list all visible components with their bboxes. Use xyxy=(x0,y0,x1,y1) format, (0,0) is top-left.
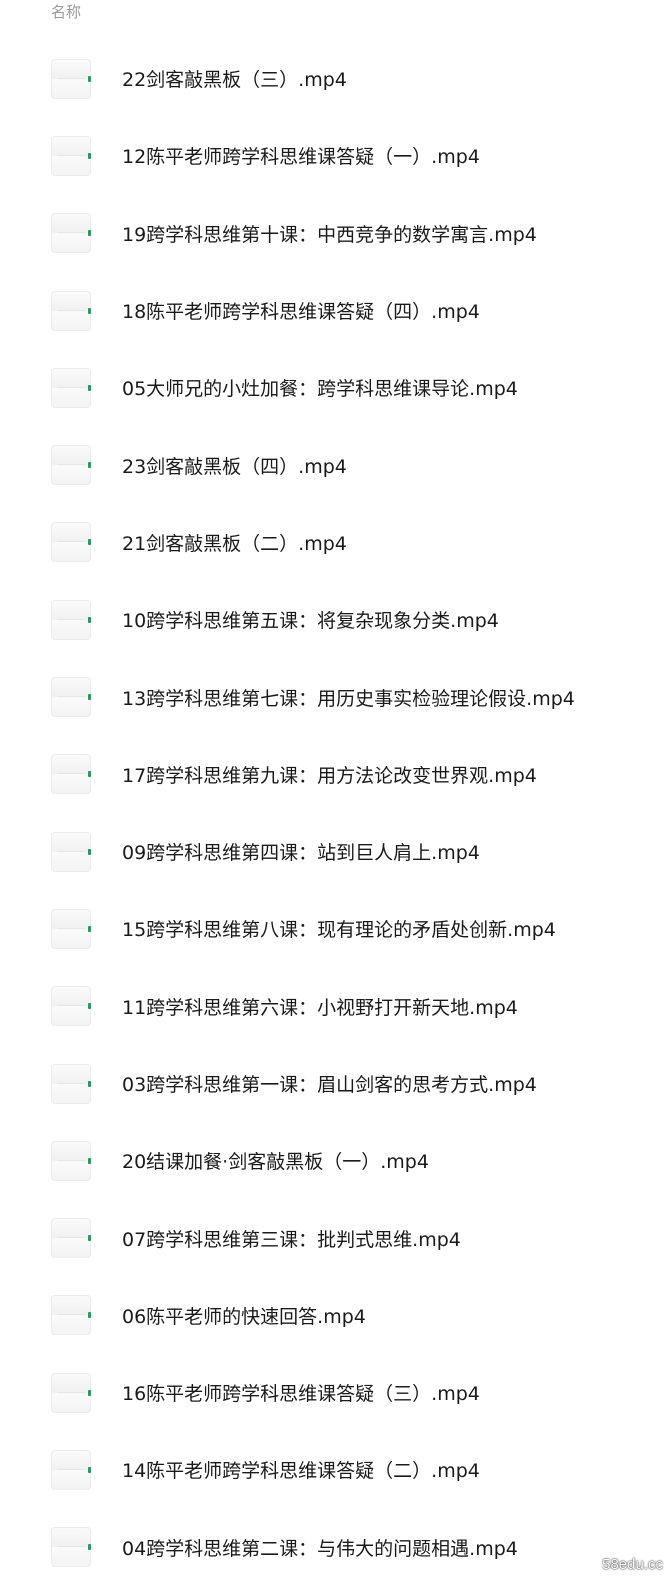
video-file-icon xyxy=(51,1140,91,1181)
file-name[interactable]: 23剑客敲黑板（四）.mp4 xyxy=(122,452,347,479)
video-file-icon xyxy=(51,1372,91,1413)
video-file-icon xyxy=(51,1063,91,1104)
file-name[interactable]: 20结课加餐·剑客敲黑板（一）.mp4 xyxy=(122,1147,429,1174)
video-file-icon xyxy=(51,599,91,640)
file-row[interactable]: 23剑客敲黑板（四）.mp4 xyxy=(0,426,669,503)
file-row[interactable]: 20结课加餐·剑客敲黑板（一）.mp4 xyxy=(0,1122,669,1199)
video-file-icon xyxy=(51,290,91,331)
video-file-icon xyxy=(51,1295,91,1336)
file-row[interactable]: 22剑客敲黑板（三）.mp4 xyxy=(0,40,669,117)
video-file-icon xyxy=(51,677,91,718)
video-file-icon xyxy=(51,213,91,254)
file-row[interactable]: 10跨学科思维第五课：将复杂现象分类.mp4 xyxy=(0,581,669,658)
video-file-icon xyxy=(51,908,91,949)
file-row[interactable]: 21剑客敲黑板（二）.mp4 xyxy=(0,504,669,581)
file-name[interactable]: 07跨学科思维第三课：批判式思维.mp4 xyxy=(122,1225,461,1252)
file-row[interactable]: 07跨学科思维第三课：批判式思维.mp4 xyxy=(0,1199,669,1276)
file-name[interactable]: 11跨学科思维第六课：小视野打开新天地.mp4 xyxy=(122,993,518,1020)
watermark: 58edu.cc xyxy=(602,1556,663,1573)
file-name[interactable]: 21剑客敲黑板（二）.mp4 xyxy=(122,529,347,556)
file-row[interactable]: 09跨学科思维第四课：站到巨人肩上.mp4 xyxy=(0,813,669,890)
file-row[interactable]: 15跨学科思维第八课：现有理论的矛盾处创新.mp4 xyxy=(0,890,669,967)
file-name[interactable]: 22剑客敲黑板（三）.mp4 xyxy=(122,65,347,92)
video-file-icon xyxy=(51,1527,91,1568)
file-name[interactable]: 16陈平老师跨学科思维课答疑（三）.mp4 xyxy=(122,1379,480,1406)
file-name[interactable]: 15跨学科思维第八课：现有理论的矛盾处创新.mp4 xyxy=(122,915,556,942)
video-file-icon xyxy=(51,986,91,1027)
file-row[interactable]: 19跨学科思维第十课：中西竞争的数学寓言.mp4 xyxy=(0,195,669,272)
video-file-icon xyxy=(51,754,91,795)
file-row[interactable]: 05大师兄的小灶加餐：跨学科思维课导论.mp4 xyxy=(0,349,669,426)
file-name[interactable]: 03跨学科思维第一课：眉山剑客的思考方式.mp4 xyxy=(122,1070,537,1097)
column-header-name[interactable]: 名称 xyxy=(51,0,81,24)
file-name[interactable]: 09跨学科思维第四课：站到巨人肩上.mp4 xyxy=(122,838,480,865)
file-name[interactable]: 17跨学科思维第九课：用方法论改变世界观.mp4 xyxy=(122,761,537,788)
file-name[interactable]: 10跨学科思维第五课：将复杂现象分类.mp4 xyxy=(122,606,499,633)
video-file-icon xyxy=(51,445,91,486)
file-name[interactable]: 06陈平老师的快速回答.mp4 xyxy=(122,1302,366,1329)
file-name[interactable]: 14陈平老师跨学科思维课答疑（二）.mp4 xyxy=(122,1456,480,1483)
file-row[interactable]: 13跨学科思维第七课：用历史事实检验理论假设.mp4 xyxy=(0,658,669,735)
file-row[interactable]: 04跨学科思维第二课：与伟大的问题相遇.mp4 xyxy=(0,1509,669,1586)
video-file-icon xyxy=(51,135,91,176)
video-file-icon xyxy=(51,522,91,563)
file-name[interactable]: 19跨学科思维第十课：中西竞争的数学寓言.mp4 xyxy=(122,220,537,247)
file-row[interactable]: 06陈平老师的快速回答.mp4 xyxy=(0,1277,669,1354)
file-name[interactable]: 05大师兄的小灶加餐：跨学科思维课导论.mp4 xyxy=(122,374,518,401)
file-row[interactable]: 12陈平老师跨学科思维课答疑（一）.mp4 xyxy=(0,117,669,194)
video-file-icon xyxy=(51,1218,91,1259)
file-row[interactable]: 03跨学科思维第一课：眉山剑客的思考方式.mp4 xyxy=(0,1045,669,1122)
file-name[interactable]: 04跨学科思维第二课：与伟大的问题相遇.mp4 xyxy=(122,1534,518,1561)
video-file-icon xyxy=(51,831,91,872)
video-file-icon xyxy=(51,1449,91,1490)
file-list: 22剑客敲黑板（三）.mp4 12陈平老师跨学科思维课答疑（一）.mp4 19跨… xyxy=(0,40,669,1586)
file-row[interactable]: 18陈平老师跨学科思维课答疑（四）.mp4 xyxy=(0,272,669,349)
video-file-icon xyxy=(51,367,91,408)
file-row[interactable]: 17跨学科思维第九课：用方法论改变世界观.mp4 xyxy=(0,736,669,813)
file-name[interactable]: 18陈平老师跨学科思维课答疑（四）.mp4 xyxy=(122,297,480,324)
file-row[interactable]: 16陈平老师跨学科思维课答疑（三）.mp4 xyxy=(0,1354,669,1431)
file-name[interactable]: 12陈平老师跨学科思维课答疑（一）.mp4 xyxy=(122,142,480,169)
file-row[interactable]: 11跨学科思维第六课：小视野打开新天地.mp4 xyxy=(0,968,669,1045)
video-file-icon xyxy=(51,58,91,99)
file-row[interactable]: 14陈平老师跨学科思维课答疑（二）.mp4 xyxy=(0,1431,669,1508)
file-name[interactable]: 13跨学科思维第七课：用历史事实检验理论假设.mp4 xyxy=(122,684,575,711)
